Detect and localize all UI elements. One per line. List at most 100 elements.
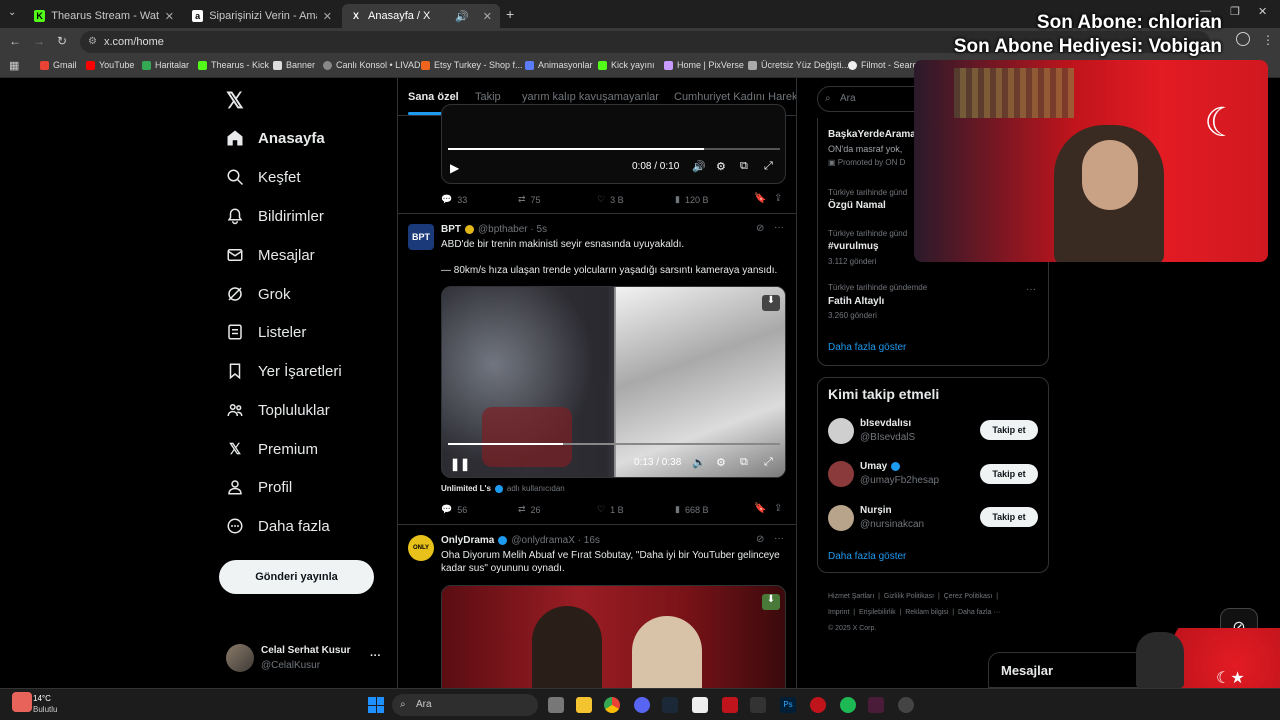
steam-icon[interactable] [662, 697, 678, 713]
video-player[interactable]: ⬇ ❚❚ 0:13 / 0:38 🔊 ⚙ ⧉ ⤢ [441, 286, 786, 478]
nav-bookmarks[interactable]: Yer İşaretleri [226, 362, 342, 380]
bookmark-banner[interactable]: Banner [273, 60, 315, 70]
app-icon[interactable] [722, 697, 738, 713]
like-button[interactable]: ♡ 3 B [597, 194, 624, 205]
pip-icon[interactable]: ⧉ [740, 160, 748, 173]
bookmark-pixverse[interactable]: Home | PixVerse [664, 60, 744, 70]
new-tab-icon[interactable]: + [506, 6, 514, 22]
reload-icon[interactable]: ↻ [57, 34, 67, 48]
taskbar-search[interactable]: ⌕ Ara [392, 694, 538, 716]
trend-name[interactable]: Fatih Altaylı [828, 296, 884, 307]
footer-link[interactable]: Reklam bilgisi [905, 609, 948, 616]
suggested-user-name[interactable]: Umay [860, 461, 887, 472]
author-name[interactable]: BPT [441, 224, 461, 235]
bookmark-faceswap[interactable]: Ücretsiz Yüz Değişti... [748, 60, 849, 70]
settings-icon[interactable]: ⚙ [716, 160, 726, 173]
bookmark-youtube[interactable]: YouTube [86, 60, 134, 70]
nav-messages[interactable]: Mesajlar [226, 246, 315, 264]
trend-name[interactable]: #vurulmuş [828, 241, 879, 252]
nav-explore[interactable]: Keşfet [226, 168, 301, 186]
forward-icon[interactable]: → [33, 34, 45, 48]
avatar[interactable] [226, 644, 254, 672]
bookmark-maps[interactable]: Haritalar [142, 60, 189, 70]
nav-home[interactable]: Anasayfa [226, 129, 325, 147]
avatar[interactable] [828, 418, 854, 444]
site-info-icon[interactable]: ⚙ [88, 31, 97, 53]
follow-button[interactable]: Takip et [980, 420, 1038, 440]
tweet[interactable]: ▶ 0:08 / 0:10 🔊 ⚙ ⧉ ⤢ 💬 33 ⇄ 75 ♡ 3 B ▮ 120 … [398, 104, 796, 214]
close-icon[interactable]: ✕ [165, 10, 174, 23]
nav-notifications[interactable]: Bildirimler [226, 207, 324, 225]
capcut-icon[interactable] [692, 697, 708, 713]
nav-communities[interactable]: Topluluklar [226, 401, 330, 419]
close-icon[interactable]: ✕ [483, 10, 492, 23]
bookmark-gmail[interactable]: Gmail [40, 60, 77, 70]
tab-list-chevron-icon[interactable]: ⌄ [8, 7, 16, 18]
follow-button[interactable]: Takip et [980, 507, 1038, 527]
account-menu-icon[interactable]: ··· [370, 650, 381, 662]
apps-grid-icon[interactable]: ▦ [9, 59, 19, 72]
tab-list-1[interactable]: yarım kalıp kavuşamayanlar [522, 91, 659, 103]
bookmark-icon[interactable]: 🔖 [754, 193, 766, 204]
author-handle[interactable]: @onlydramaX · 16s [511, 535, 600, 546]
download-icon[interactable]: ⬇ [762, 594, 780, 610]
spotify-icon[interactable] [840, 697, 856, 713]
avatar[interactable]: BPT [408, 224, 434, 250]
views-button[interactable]: ▮ 120 B [675, 194, 708, 205]
tweet[interactable]: BPT BPT @bpthaber · 5s ⊘ ··· ABD'de bir … [398, 214, 796, 525]
nav-grok[interactable]: Grok [226, 285, 291, 303]
avatar[interactable] [828, 505, 854, 531]
settings-icon[interactable]: ⚙ [716, 456, 726, 469]
trend-more-icon[interactable]: ··· [1026, 284, 1036, 295]
footer-link[interactable]: Hizmet Şartları [828, 593, 874, 600]
maximize-icon[interactable]: ❐ [1230, 5, 1240, 18]
repost-button[interactable]: ⇄ 75 [518, 194, 541, 205]
trend-name[interactable]: Özgü Namal [828, 200, 886, 211]
epic-games-icon[interactable] [750, 697, 766, 713]
footer-link[interactable]: Çerez Politikası [944, 593, 993, 600]
play-icon[interactable]: ▶ [450, 161, 459, 175]
footer-link[interactable]: Gizlilik Politikası [884, 593, 934, 600]
avatar[interactable]: ONLY [408, 535, 434, 561]
photoshop-icon[interactable]: Ps [780, 697, 796, 713]
weather-icon[interactable] [12, 692, 32, 712]
bookmark-animasyonlar[interactable]: Animasyonlar [525, 60, 593, 70]
share-icon[interactable]: ⇪ [774, 503, 782, 514]
promoted-trend-title[interactable]: BaşkaYerdeArama [828, 129, 916, 140]
app-icon[interactable] [810, 697, 826, 713]
suggested-user-name[interactable]: bIsevdalısı [860, 418, 911, 429]
fullscreen-icon[interactable]: ⤢ [764, 456, 773, 469]
avatar[interactable] [828, 461, 854, 487]
author-name[interactable]: OnlyDrama [441, 535, 494, 546]
tab-list-2[interactable]: Cumhuriyet Kadını Hareke [674, 91, 796, 103]
grok-icon[interactable]: ⊘ [756, 223, 764, 234]
fullscreen-icon[interactable]: ⤢ [764, 160, 773, 173]
footer-link[interactable]: Imprint [828, 609, 849, 616]
obs-icon[interactable] [898, 697, 914, 713]
pause-icon[interactable]: ❚❚ [450, 457, 470, 471]
file-explorer-icon[interactable] [576, 697, 592, 713]
nav-profile[interactable]: Profil [226, 478, 292, 496]
chrome-icon[interactable] [604, 697, 620, 713]
more-icon[interactable]: ··· [774, 222, 784, 233]
volume-icon[interactable]: 🔊 [692, 160, 706, 173]
more-icon[interactable]: ··· [774, 533, 784, 544]
bookmark-icon[interactable]: 🔖 [754, 503, 766, 514]
bookmark-livad[interactable]: Canlı Konsol • LIVAD [323, 60, 421, 70]
footer-link[interactable]: Daha fazla ··· [958, 609, 1000, 616]
tab-for-you[interactable]: Sana özel [408, 91, 459, 103]
author-handle[interactable]: @bpthaber · 5s [478, 224, 547, 235]
bookmark-thearus-kick[interactable]: Thearus - Kick [198, 60, 269, 70]
footer-link[interactable]: Erişilebilirlik [859, 609, 896, 616]
grok-icon[interactable]: ⊘ [756, 534, 764, 545]
bookmark-etsy[interactable]: Etsy Turkey - Shop f... [421, 60, 523, 70]
follow-button[interactable]: Takip et [980, 464, 1038, 484]
nav-premium[interactable]: 𝕏 Premium [226, 440, 318, 459]
download-icon[interactable]: ⬇ [762, 295, 780, 311]
app-icon[interactable] [868, 697, 884, 713]
window-close-icon[interactable]: ✕ [1258, 5, 1267, 18]
discord-icon[interactable] [634, 697, 650, 713]
video-player[interactable]: ⬇ [441, 585, 786, 688]
browser-tab-x[interactable]: X Anasayfa / X 🔊 ✕ [342, 4, 500, 28]
profile-icon[interactable] [1236, 32, 1250, 46]
